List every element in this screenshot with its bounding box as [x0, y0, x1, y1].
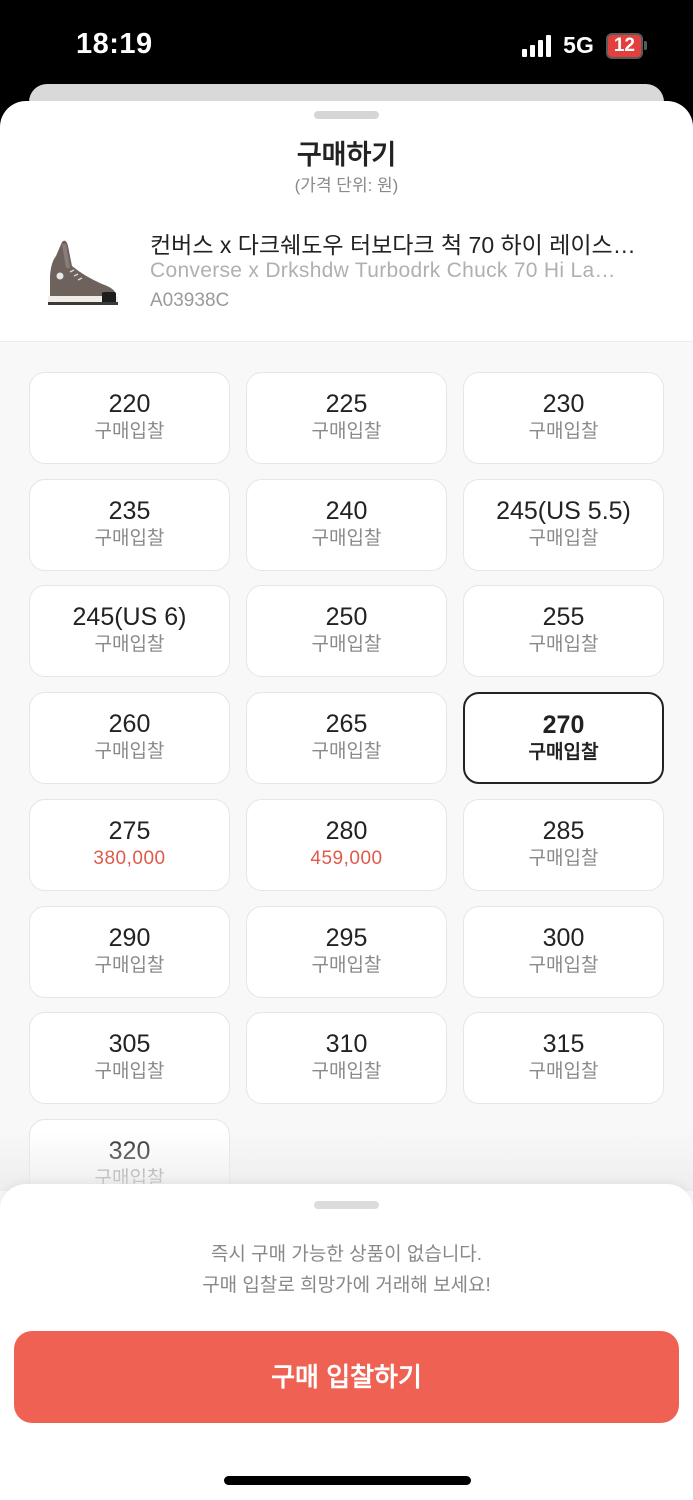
status-bar: 18:19 5G 12	[0, 0, 693, 96]
battery-icon: 12	[605, 32, 647, 59]
product-name-english: Converse x Drkshdw Turbodrk Chuck 70 Hi …	[150, 259, 616, 282]
size-option[interactable]: 270 구매입찰	[463, 692, 664, 784]
status-indicators: 5G 12	[522, 32, 647, 59]
size-label: 255	[542, 603, 585, 631]
size-bid-label: 구매입찰	[528, 848, 599, 869]
size-option[interactable]: 310 구매입찰	[246, 1012, 447, 1104]
size-price: 459,000	[310, 848, 383, 869]
size-bid-label: 구매입찰	[528, 742, 599, 763]
size-option[interactable]: 225 구매입찰	[246, 372, 447, 464]
size-option[interactable]: 260 구매입찰	[29, 692, 230, 784]
size-label: 225	[325, 390, 368, 418]
size-bid-label: 구매입찰	[94, 528, 165, 549]
size-label: 290	[108, 924, 151, 952]
size-option[interactable]: 285 구매입찰	[463, 799, 664, 891]
bid-suggestion-notice: 구매 입찰로 희망가에 거래해 보세요!	[202, 1275, 491, 1296]
size-option[interactable]: 230 구매입찰	[463, 372, 664, 464]
size-label: 240	[325, 497, 368, 525]
size-option[interactable]: 220 구매입찰	[29, 372, 230, 464]
price-unit-note: (가격 단위: 원)	[294, 176, 399, 195]
scroll-fade	[0, 1131, 693, 1191]
home-indicator[interactable]	[224, 1476, 471, 1485]
size-label: 275	[108, 817, 151, 845]
size-bid-label: 구매입찰	[311, 741, 382, 762]
size-option[interactable]: 295 구매입찰	[246, 906, 447, 998]
size-bid-label: 구매입찰	[94, 955, 165, 976]
product-code: A03938C	[150, 290, 230, 311]
size-label: 280	[325, 817, 368, 845]
size-option[interactable]: 275 380,000	[29, 799, 230, 891]
size-bid-label: 구매입찰	[528, 1061, 599, 1082]
network-type: 5G	[563, 32, 594, 58]
purchase-sheet: 구매하기 (가격 단위: 원) 컨버스 x 다크쉐도우 터보다크 척 70 하이…	[0, 101, 693, 1500]
size-option[interactable]: 255 구매입찰	[463, 585, 664, 677]
size-bid-label: 구매입찰	[528, 528, 599, 549]
size-option[interactable]: 245(US 5.5) 구매입찰	[463, 479, 664, 571]
size-label: 265	[325, 710, 368, 738]
size-bid-label: 구매입찰	[94, 741, 165, 762]
product-summary: 컨버스 x 다크쉐도우 터보다크 척 70 하이 레이스… Converse x…	[0, 216, 693, 341]
size-label: 315	[542, 1030, 585, 1058]
size-label: 245(US 6)	[72, 603, 187, 631]
page-title: 구매하기	[296, 140, 397, 170]
size-option[interactable]: 250 구매입찰	[246, 585, 447, 677]
size-label: 295	[325, 924, 368, 952]
size-bid-label: 구매입찰	[94, 634, 165, 655]
size-option[interactable]: 280 459,000	[246, 799, 447, 891]
size-bid-label: 구매입찰	[311, 634, 382, 655]
size-option[interactable]: 300 구매입찰	[463, 906, 664, 998]
size-label: 300	[542, 924, 585, 952]
size-price: 380,000	[93, 848, 166, 869]
size-bid-label: 구매입찰	[311, 528, 382, 549]
size-option[interactable]: 265 구매입찰	[246, 692, 447, 784]
size-bid-label: 구매입찰	[311, 955, 382, 976]
size-label: 250	[325, 603, 368, 631]
size-bid-label: 구매입찰	[528, 955, 599, 976]
size-option[interactable]: 290 구매입찰	[29, 906, 230, 998]
size-label: 245(US 5.5)	[496, 497, 631, 525]
size-label: 260	[108, 710, 151, 738]
buy-bid-button[interactable]: 구매 입찰하기	[14, 1331, 679, 1423]
panel-grabber[interactable]	[314, 1201, 379, 1209]
size-bid-label: 구매입찰	[94, 1061, 165, 1082]
cellular-signal-icon	[522, 34, 552, 57]
size-bid-label: 구매입찰	[311, 1061, 382, 1082]
size-label: 270	[542, 711, 585, 739]
product-name: 컨버스 x 다크쉐도우 터보다크 척 70 하이 레이스…	[150, 232, 636, 258]
size-option[interactable]: 240 구매입찰	[246, 479, 447, 571]
size-label: 310	[325, 1030, 368, 1058]
size-option[interactable]: 245(US 6) 구매입찰	[29, 585, 230, 677]
size-option[interactable]: 315 구매입찰	[463, 1012, 664, 1104]
bid-panel: 즉시 구매 가능한 상품이 없습니다. 구매 입찰로 희망가에 거래해 보세요!…	[0, 1184, 693, 1500]
size-bid-label: 구매입찰	[311, 421, 382, 442]
size-bid-label: 구매입찰	[528, 634, 599, 655]
size-label: 235	[108, 497, 151, 525]
size-label: 220	[108, 390, 151, 418]
size-label: 285	[542, 817, 585, 845]
size-grid: 220 구매입찰 225 구매입찰 230 구매입찰 235 구매입찰 240 구매입찰 245(U…	[0, 341, 693, 1241]
size-option[interactable]: 305 구매입찰	[29, 1012, 230, 1104]
size-bid-label: 구매입찰	[528, 421, 599, 442]
status-time: 18:19	[76, 28, 153, 60]
product-image	[48, 240, 118, 305]
size-label: 230	[542, 390, 585, 418]
size-option[interactable]: 235 구매입찰	[29, 479, 230, 571]
size-label: 305	[108, 1030, 151, 1058]
battery-level: 12	[605, 32, 643, 59]
no-instant-buy-notice: 즉시 구매 가능한 상품이 없습니다.	[210, 1244, 483, 1265]
sheet-grabber[interactable]	[314, 111, 379, 119]
size-bid-label: 구매입찰	[94, 421, 165, 442]
